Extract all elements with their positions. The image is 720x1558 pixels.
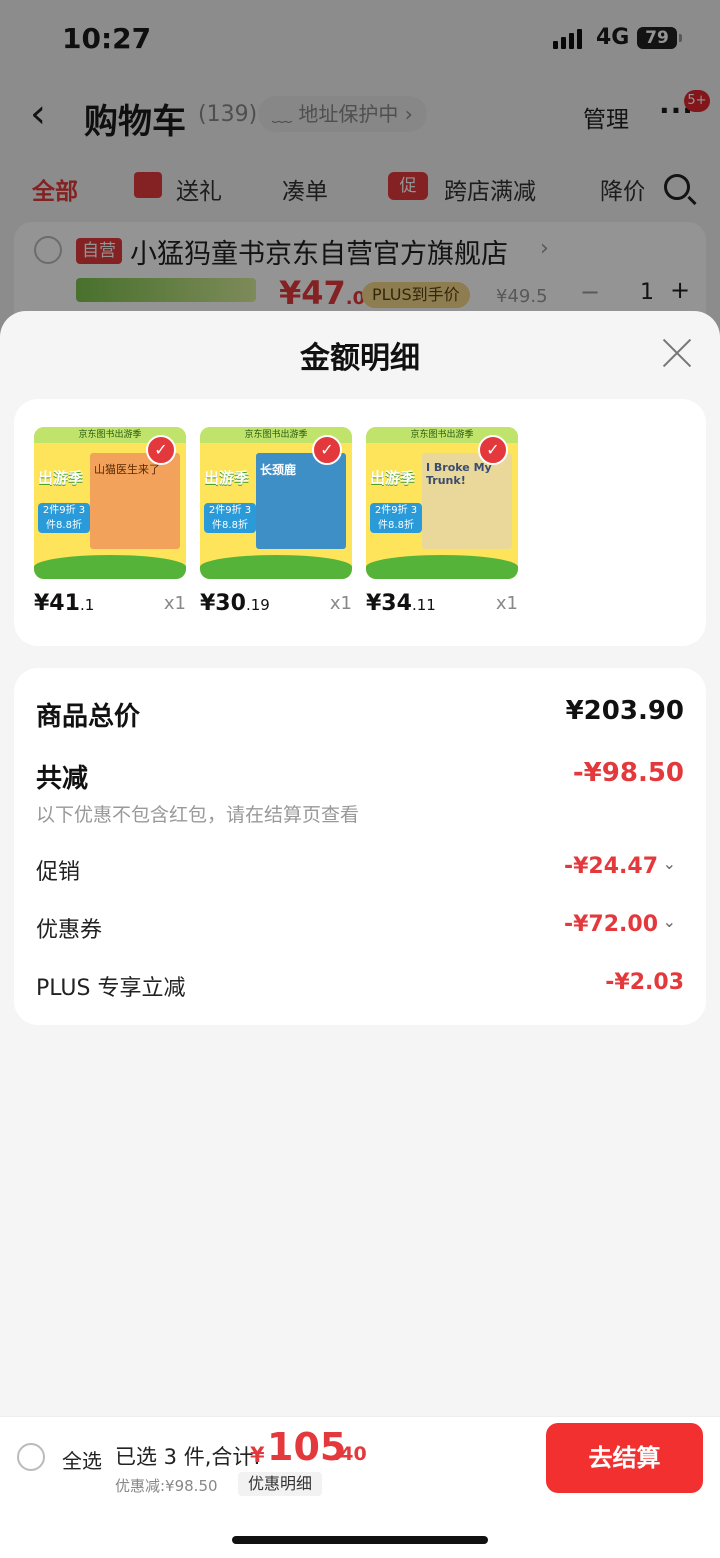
total-price-label: 商品总价: [36, 702, 141, 732]
close-icon[interactable]: [662, 339, 692, 369]
discount-detail-button[interactable]: 优惠明细: [238, 1472, 323, 1496]
book-cover: 山猫医生来了: [90, 453, 180, 549]
thumb-promo: 2件9折 3件8.8折: [204, 503, 256, 533]
goods-price-dec: .11: [411, 596, 436, 614]
thumb-grass: [366, 555, 518, 579]
goods-thumbnail: 京东图书出游季 出游季 2件9折 3件8.8折 I Broke My Trunk…: [366, 427, 518, 579]
price-detail-card: 商品总价 ¥203.90 共减 -¥98.50 以下优惠不包含红包，请在结算页查…: [14, 668, 706, 1025]
plus-discount-label: PLUS 专享立减: [36, 976, 186, 1001]
goods-thumbnail: 京东图书出游季 出游季 2件9折 3件8.8折 长颈鹿 ✓: [200, 427, 352, 579]
sheet-title: 金额明细: [300, 341, 420, 376]
thumb-logo: 出游季: [370, 469, 416, 487]
goods-price-int: ¥34: [366, 591, 412, 616]
goods-qty: x1: [163, 593, 186, 614]
home-indicator: [0, 1498, 720, 1558]
total-amount-dec: .40: [333, 1443, 367, 1465]
goods-price: ¥30.19: [200, 591, 270, 616]
thumb-grass: [200, 555, 352, 579]
home-indicator-bar[interactable]: [232, 1536, 488, 1544]
total-price-value: ¥203.90: [565, 696, 684, 726]
goods-item[interactable]: 京东图书出游季 出游季 2件9折 3件8.8折 长颈鹿 ✓ ¥30.19 x1: [200, 427, 352, 616]
amount-detail-sheet: 金额明细 京东图书出游季 出游季 2件9折 3件8.8折 山猫医生来了 ✓ ¥4…: [0, 311, 720, 1558]
promo-value[interactable]: -¥24.47: [564, 854, 658, 879]
discount-value: -¥98.50: [572, 758, 684, 788]
goods-item[interactable]: 京东图书出游季 出游季 2件9折 3件8.8折 山猫医生来了 ✓ ¥41.1 x…: [34, 427, 186, 616]
goods-price-dec: .1: [79, 596, 95, 614]
checked-icon: ✓: [478, 435, 508, 465]
goods-item[interactable]: 京东图书出游季 出游季 2件9折 3件8.8折 I Broke My Trunk…: [366, 427, 518, 616]
goods-qty: x1: [329, 593, 352, 614]
goods-price: ¥34.11: [366, 591, 436, 616]
promo-label: 促销: [36, 860, 81, 885]
plus-discount-value: -¥2.03: [605, 970, 684, 995]
goods-qty: x1: [495, 593, 518, 614]
thumb-grass: [34, 555, 186, 579]
book-cover: I Broke My Trunk!: [422, 453, 512, 549]
saved-amount: 优惠减:¥98.50: [115, 1477, 218, 1495]
goods-price-int: ¥41: [34, 591, 80, 616]
thumb-logo: 出游季: [204, 469, 250, 487]
select-all-radio[interactable]: [17, 1443, 45, 1471]
checkout-button[interactable]: 去结算: [546, 1423, 703, 1493]
book-cover: 长颈鹿: [256, 453, 346, 549]
goods-price: ¥41.1: [34, 591, 94, 616]
modal-overlay[interactable]: [0, 0, 720, 360]
coupon-value[interactable]: -¥72.00: [564, 912, 658, 937]
thumb-logo: 出游季: [38, 469, 84, 487]
total-currency: ¥: [250, 1443, 265, 1467]
cart-page: 10:27 4G 79 ‹ 购物车 (139) ﹏ 地址保护中 › 管理 ···…: [0, 0, 720, 1558]
selected-goods-card: 京东图书出游季 出游季 2件9折 3件8.8折 山猫医生来了 ✓ ¥41.1 x…: [14, 399, 706, 646]
goods-price-int: ¥30: [200, 591, 246, 616]
chevron-down-icon[interactable]: ⌄: [663, 912, 676, 931]
chevron-down-icon[interactable]: ⌄: [663, 854, 676, 873]
thumb-promo: 2件9折 3件8.8折: [370, 503, 422, 533]
select-all-label[interactable]: 全选: [62, 1445, 102, 1474]
checked-icon: ✓: [146, 435, 176, 465]
checked-icon: ✓: [312, 435, 342, 465]
coupon-label: 优惠券: [36, 918, 103, 943]
checkout-bar: 全选 已选 3 件,合计: ¥ 105 .40 优惠减:¥98.50 优惠明细 …: [0, 1416, 720, 1498]
discount-label: 共减: [36, 764, 89, 794]
goods-price-dec: .19: [245, 596, 270, 614]
thumb-promo: 2件9折 3件8.8折: [38, 503, 90, 533]
goods-thumbnail: 京东图书出游季 出游季 2件9折 3件8.8折 山猫医生来了 ✓: [34, 427, 186, 579]
selected-summary: 已选 3 件,合计:: [115, 1445, 261, 1469]
discount-note: 以下优惠不包含红包，请在结算页查看: [36, 804, 360, 826]
